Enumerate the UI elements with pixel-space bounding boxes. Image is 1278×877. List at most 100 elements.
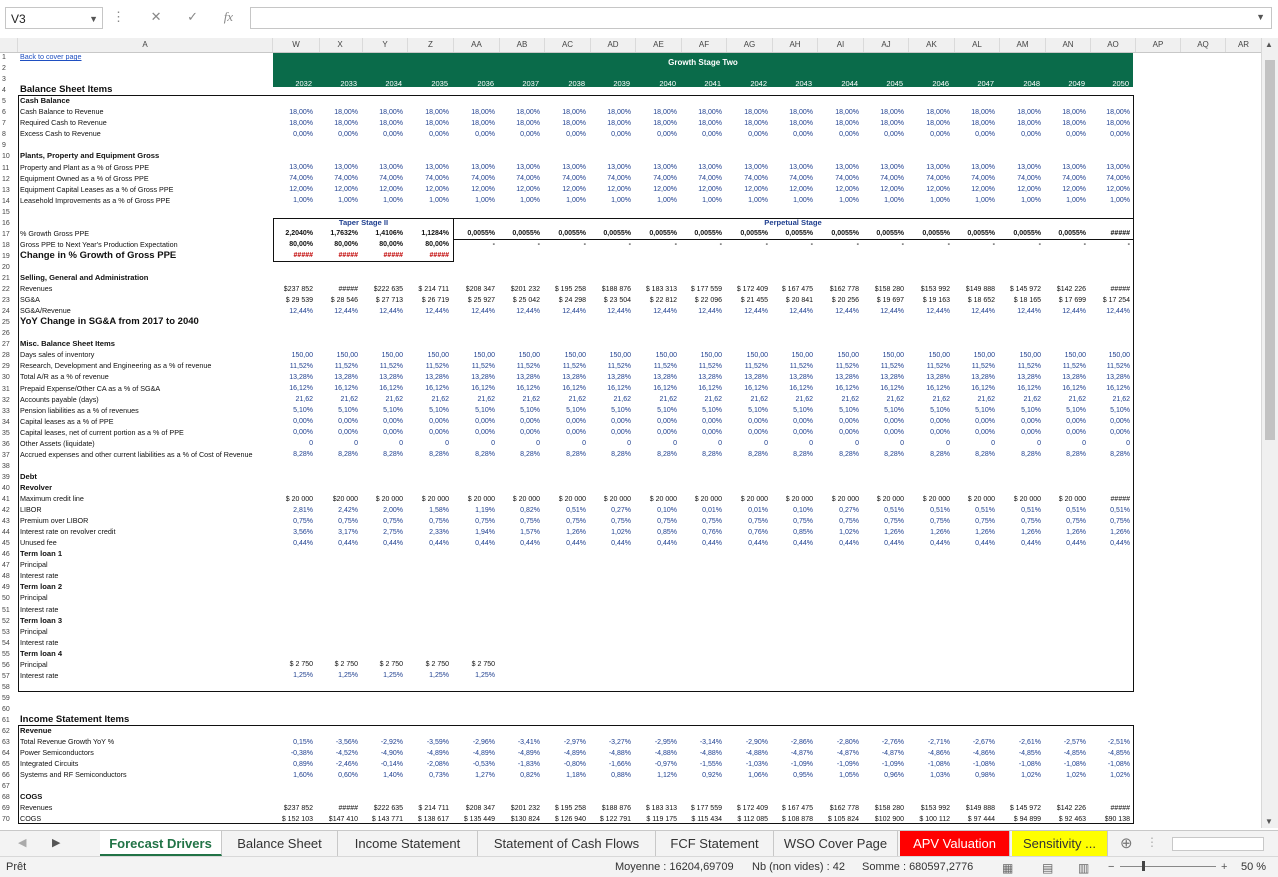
row-header-38[interactable]: 38 <box>0 461 18 472</box>
column-header-AH[interactable]: AH <box>773 38 818 52</box>
row-header-12[interactable]: 12 <box>0 174 18 185</box>
row-header-36[interactable]: 36 <box>0 439 18 450</box>
row-header-49[interactable]: 49 <box>0 582 18 593</box>
row-header-54[interactable]: 54 <box>0 638 18 649</box>
vertical-scrollbar[interactable]: ▲ ▼ <box>1261 38 1278 828</box>
row-header-68[interactable]: 68 <box>0 792 18 803</box>
row-header-34[interactable]: 34 <box>0 417 18 428</box>
row-header-65[interactable]: 65 <box>0 759 18 770</box>
row-header-24[interactable]: 24 <box>0 306 18 317</box>
row-header-61[interactable]: 61 <box>0 715 18 726</box>
tab-forecast-drivers[interactable]: Forecast Drivers <box>100 831 222 856</box>
column-header-AK[interactable]: AK <box>909 38 955 52</box>
row-header-23[interactable]: 23 <box>0 295 18 306</box>
tab-fcf-statement[interactable]: FCF Statement <box>656 831 774 856</box>
row-header-28[interactable]: 28 <box>0 350 18 361</box>
row-header-3[interactable]: 3 <box>0 74 18 85</box>
row-header-67[interactable]: 67 <box>0 781 18 792</box>
row-header-20[interactable]: 20 <box>0 262 18 273</box>
row-header-8[interactable]: 8 <box>0 129 18 140</box>
row-header-47[interactable]: 47 <box>0 560 18 571</box>
row-header-4[interactable]: 4 <box>0 85 18 96</box>
tab-income-statement[interactable]: Income Statement <box>338 831 478 856</box>
normal-view-icon[interactable]: ▦ <box>1002 861 1013 875</box>
tab-sensitivity[interactable]: Sensitivity ... <box>1012 831 1108 856</box>
row-header-35[interactable]: 35 <box>0 428 18 439</box>
column-header-AP[interactable]: AP <box>1136 38 1181 52</box>
scroll-thumb[interactable] <box>1265 60 1275 440</box>
zoom-out-icon[interactable]: − <box>1108 861 1114 873</box>
column-header-AR[interactable]: AR <box>1226 38 1262 52</box>
row-header-27[interactable]: 27 <box>0 339 18 350</box>
row-header-13[interactable]: 13 <box>0 185 18 196</box>
column-header-AJ[interactable]: AJ <box>864 38 909 52</box>
row-header-53[interactable]: 53 <box>0 627 18 638</box>
column-header-W[interactable]: W <box>273 38 320 52</box>
name-box[interactable]: V3 ▼ <box>5 7 103 29</box>
column-header-AF[interactable]: AF <box>682 38 727 52</box>
row-header-9[interactable]: 9 <box>0 140 18 151</box>
row-header-26[interactable]: 26 <box>0 328 18 339</box>
column-header-AE[interactable]: AE <box>636 38 682 52</box>
row-header-22[interactable]: 22 <box>0 284 18 295</box>
column-header-AD[interactable]: AD <box>591 38 636 52</box>
row-header-44[interactable]: 44 <box>0 527 18 538</box>
row-header-10[interactable]: 10 <box>0 151 18 162</box>
tab-next-icon[interactable]: ▶ <box>52 836 60 849</box>
column-header-X[interactable]: X <box>318 38 363 52</box>
row-header-59[interactable]: 59 <box>0 693 18 704</box>
chevron-down-icon[interactable]: ▼ <box>1256 12 1265 22</box>
column-header-AO[interactable]: AO <box>1091 38 1136 52</box>
row-header-32[interactable]: 32 <box>0 395 18 406</box>
row-header-29[interactable]: 29 <box>0 361 18 372</box>
column-header-Z[interactable]: Z <box>408 38 454 52</box>
row-header-21[interactable]: 21 <box>0 273 18 284</box>
row-header-62[interactable]: 62 <box>0 726 18 737</box>
select-all-corner[interactable] <box>0 38 18 52</box>
row-header-57[interactable]: 57 <box>0 671 18 682</box>
row-header-6[interactable]: 6 <box>0 107 18 118</box>
row-header-25[interactable]: 25 <box>0 317 18 328</box>
column-header-AA[interactable]: AA <box>454 38 500 52</box>
column-header-AG[interactable]: AG <box>727 38 773 52</box>
row-header-56[interactable]: 56 <box>0 660 18 671</box>
tab-apv-valuation[interactable]: APV Valuation <box>900 831 1010 856</box>
row-header-45[interactable]: 45 <box>0 538 18 549</box>
row-header-42[interactable]: 42 <box>0 505 18 516</box>
row-header-69[interactable]: 69 <box>0 803 18 814</box>
row-header-15[interactable]: 15 <box>0 207 18 218</box>
row-header-63[interactable]: 63 <box>0 737 18 748</box>
column-header-AM[interactable]: AM <box>1000 38 1046 52</box>
row-header-50[interactable]: 50 <box>0 593 18 604</box>
add-sheet-icon[interactable]: ⊕ <box>1120 834 1133 852</box>
column-header-AN[interactable]: AN <box>1046 38 1091 52</box>
row-header-30[interactable]: 30 <box>0 372 18 383</box>
row-header-70[interactable]: 70 <box>0 814 18 825</box>
row-header-37[interactable]: 37 <box>0 450 18 461</box>
row-header-48[interactable]: 48 <box>0 571 18 582</box>
column-header-AB[interactable]: AB <box>500 38 545 52</box>
row-header-17[interactable]: 17 <box>0 229 18 240</box>
formula-input[interactable]: ▼ <box>250 7 1272 29</box>
column-header-Y[interactable]: Y <box>363 38 408 52</box>
tab-prev-icon[interactable]: ◀ <box>18 836 26 849</box>
row-header-51[interactable]: 51 <box>0 605 18 616</box>
row-header-39[interactable]: 39 <box>0 472 18 483</box>
row-header-14[interactable]: 14 <box>0 196 18 207</box>
row-header-7[interactable]: 7 <box>0 118 18 129</box>
row-header-64[interactable]: 64 <box>0 748 18 759</box>
column-header-AC[interactable]: AC <box>545 38 591 52</box>
row-header-18[interactable]: 18 <box>0 240 18 251</box>
page-break-icon[interactable]: ▥ <box>1078 861 1089 875</box>
more-icon[interactable]: ⋮ <box>1146 835 1158 849</box>
row-header-19[interactable]: 19 <box>0 251 18 262</box>
column-header-AQ[interactable]: AQ <box>1181 38 1226 52</box>
row-header-66[interactable]: 66 <box>0 770 18 781</box>
back-to-cover-link[interactable]: Back to cover page <box>20 51 272 62</box>
column-header-A[interactable]: A <box>18 38 273 52</box>
tab-balance-sheet[interactable]: Balance Sheet <box>222 831 338 856</box>
tab-cash-flows[interactable]: Statement of Cash Flows <box>478 831 656 856</box>
chevron-down-icon[interactable]: ▼ <box>89 8 98 30</box>
page-layout-icon[interactable]: ▤ <box>1042 861 1053 875</box>
worksheet-grid[interactable]: A W X Y Z AA AB AC AD AE AF AG AH AI AJ AK AL AM AN AO AP AQ A… <box>0 38 1262 828</box>
